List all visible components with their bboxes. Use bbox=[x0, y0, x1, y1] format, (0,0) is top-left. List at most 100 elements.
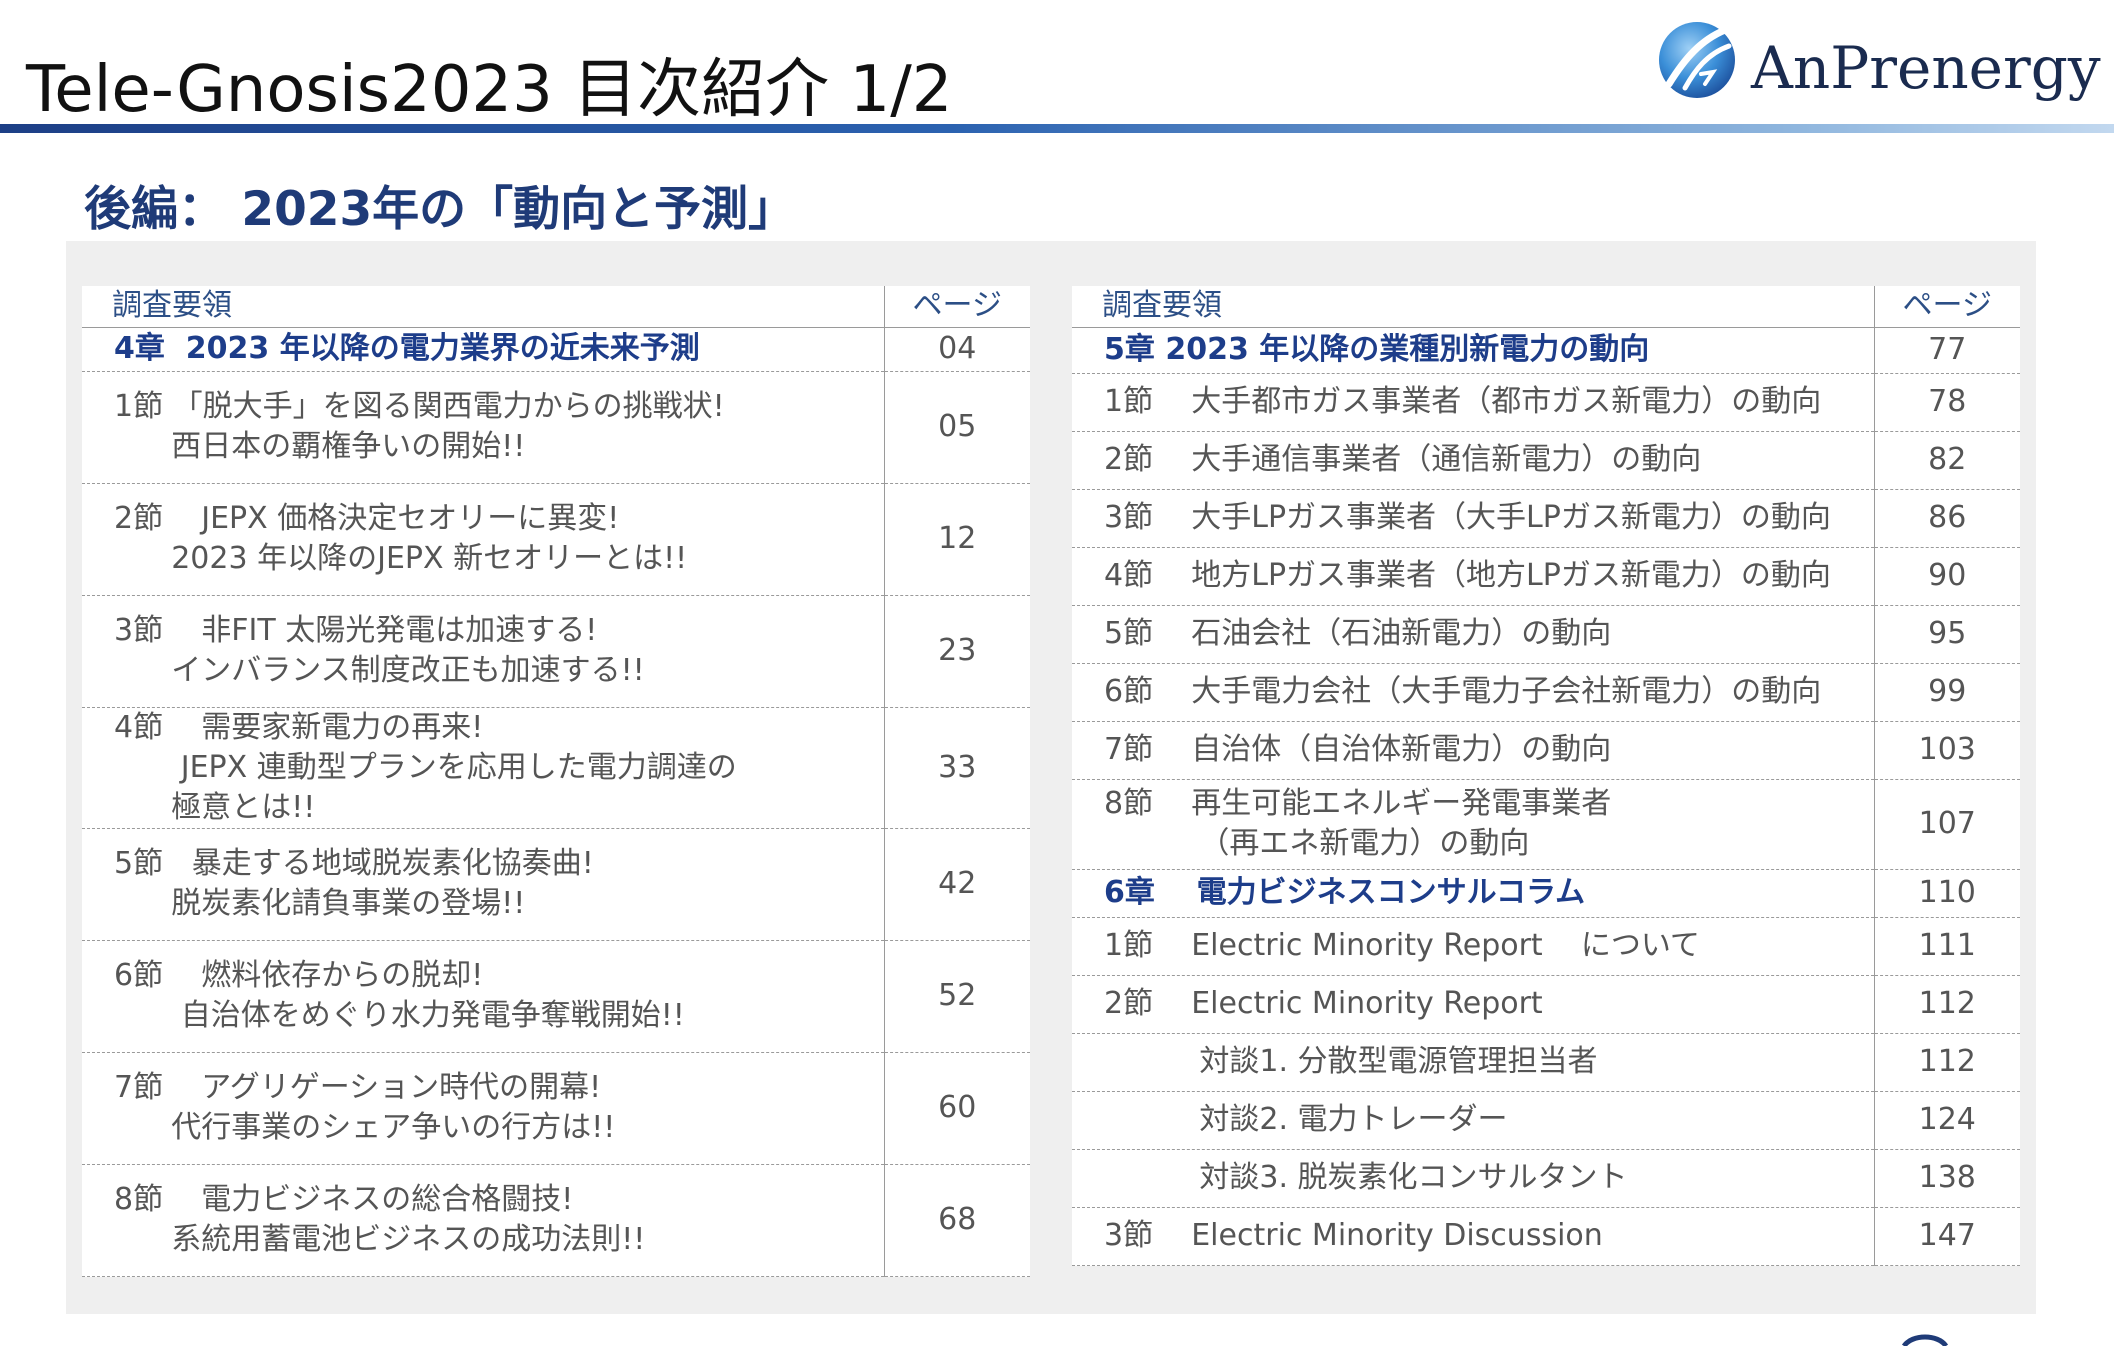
toc-entry-page: 110 bbox=[1873, 869, 2020, 918]
page-title: Tele-Gnosis2023 目次紹介 1/2 bbox=[26, 53, 953, 127]
toc-entry-page: 60 bbox=[883, 1052, 1030, 1165]
toc-entry-line: （再エネ新電力）の動向 bbox=[1104, 826, 1530, 861]
toc-entry-label: 6章 電力ビジネスコンサルコラム bbox=[1072, 869, 1874, 918]
toc-row: 6節 大手電力会社（大手電力子会社新電力）の動向 99 bbox=[1072, 663, 2020, 722]
toc-entry-label: 7節 自治体（自治体新電力）の動向 bbox=[1072, 721, 1874, 780]
toc-entry-line: 1節 Electric Minority Report について bbox=[1104, 928, 1700, 963]
toc-entry-line: 4章 2023 年以降の電力業界の近未来予測 bbox=[114, 331, 700, 366]
toc-row: 5節 暴走する地域脱炭素化協奏曲! 脱炭素化請負事業の登場!! 42 bbox=[82, 828, 1030, 941]
toc-entry-page: 68 bbox=[883, 1164, 1030, 1277]
toc-entry-page: 52 bbox=[883, 940, 1030, 1053]
toc-entry-label: 5節 石油会社（石油新電力）の動向 bbox=[1072, 605, 1874, 664]
toc-entry-page: 86 bbox=[1873, 489, 2020, 548]
toc-row: 8節 再生可能エネルギー発電事業者 （再エネ新電力）の動向 107 bbox=[1072, 779, 2020, 870]
toc-entry-label: 7節 アグリゲーション時代の開幕! 代行事業のシェア争いの行方は!! bbox=[82, 1052, 884, 1165]
title-rule bbox=[0, 124, 2114, 133]
toc-row: 8節 電力ビジネスの総合格闘技! 系統用蓄電池ビジネスの成功法則!! 68 bbox=[82, 1164, 1030, 1277]
toc-entry-label: 対談1. 分散型電源管理担当者 bbox=[1072, 1033, 1874, 1092]
toc-entry-line: 6節 大手電力会社（大手電力子会社新電力）の動向 bbox=[1104, 674, 1822, 709]
toc-entry-line: 3節 Electric Minority Discussion bbox=[1104, 1218, 1603, 1253]
toc-row: 対談1. 分散型電源管理担当者 112 bbox=[1072, 1033, 2020, 1092]
toc-entry-line: 2節 JEPX 価格決定セオリーに異変! bbox=[114, 501, 620, 536]
toc-row: 3節 非FIT 太陽光発電は加速する! インバランス制度改正も加速する!! 23 bbox=[82, 595, 1030, 708]
anprenergy-logo-icon bbox=[1659, 22, 1735, 98]
header-page: ページ bbox=[1873, 286, 2020, 328]
toc-entry-label: 8節 再生可能エネルギー発電事業者 （再エネ新電力）の動向 bbox=[1072, 779, 1874, 870]
toc-entry-page: 04 bbox=[883, 327, 1030, 372]
toc-entry-line: 2節 Electric Minority Report bbox=[1104, 986, 1543, 1021]
toc-row: 2節 Electric Minority Report 112 bbox=[1072, 975, 2020, 1034]
chapter-row: 6章 電力ビジネスコンサルコラム 110 bbox=[1072, 869, 2020, 918]
toc-entry-page: 112 bbox=[1873, 975, 2020, 1034]
toc-row: 7節 アグリゲーション時代の開幕! 代行事業のシェア争いの行方は!! 60 bbox=[82, 1052, 1030, 1165]
toc-entry-line: 西日本の覇権争いの開始!! bbox=[114, 429, 526, 464]
toc-row: 2節 大手通信事業者（通信新電力）の動向 82 bbox=[1072, 431, 2020, 490]
toc-entry-label: 3節 非FIT 太陽光発電は加速する! インバランス制度改正も加速する!! bbox=[82, 595, 884, 708]
toc-row: 5節 石油会社（石油新電力）の動向 95 bbox=[1072, 605, 2020, 664]
toc-entry-label: 対談2. 電力トレーダー bbox=[1072, 1091, 1874, 1150]
table-header: 調査要領 ページ bbox=[82, 286, 1030, 328]
toc-row: 4節 需要家新電力の再来! JEPX 連動型プランを応用した電力調達の 極意とは… bbox=[82, 707, 1030, 829]
toc-entry-page: 33 bbox=[883, 707, 1030, 829]
toc-row: 1節 Electric Minority Report について 111 bbox=[1072, 917, 2020, 976]
toc-row: 6節 燃料依存からの脱却! 自治体をめぐり水力発電争奪戦開始!! 52 bbox=[82, 940, 1030, 1053]
toc-entry-page: 05 bbox=[883, 371, 1030, 484]
toc-entry-line: 極意とは!! bbox=[114, 789, 316, 825]
corner-mark-icon bbox=[1902, 1334, 1948, 1346]
toc-table-left: 調査要領 ページ 4章 2023 年以降の電力業界の近未来予測 04 1節 「脱大手… bbox=[82, 286, 1030, 1277]
header-label: 調査要領 bbox=[82, 286, 884, 328]
chapter-row: 5章 2023 年以降の業種別新電力の動向 77 bbox=[1072, 327, 2020, 374]
toc-entry-label: 4章 2023 年以降の電力業界の近未来予測 bbox=[82, 327, 884, 372]
header-page: ページ bbox=[883, 286, 1030, 328]
toc-entry-line: 6章 電力ビジネスコンサルコラム bbox=[1104, 875, 1586, 910]
toc-entry-page: 42 bbox=[883, 828, 1030, 941]
toc-entry-line: 2023 年以降のJEPX 新セオリーとは!! bbox=[114, 541, 688, 576]
toc-row: 対談3. 脱炭素化コンサルタント 138 bbox=[1072, 1149, 2020, 1208]
toc-entry-page: 124 bbox=[1873, 1091, 2020, 1150]
header-label: 調査要領 bbox=[1072, 286, 1874, 328]
toc-row: 対談2. 電力トレーダー 124 bbox=[1072, 1091, 2020, 1150]
toc-entry-label: 2節 大手通信事業者（通信新電力）の動向 bbox=[1072, 431, 1874, 490]
toc-entry-line: 6節 燃料依存からの脱却! bbox=[114, 958, 484, 993]
toc-entry-page: 78 bbox=[1873, 373, 2020, 432]
toc-entry-label: 3節 大手LPガス事業者（大手LPガス新電力）の動向 bbox=[1072, 489, 1874, 548]
toc-entry-line: 5節 石油会社（石油新電力）の動向 bbox=[1104, 616, 1612, 651]
toc-entry-line: JEPX 連動型プランを応用した電力調達の bbox=[114, 749, 737, 785]
toc-entry-label: 8節 電力ビジネスの総合格闘技! 系統用蓄電池ビジネスの成功法則!! bbox=[82, 1164, 884, 1277]
section-subtitle: 後編： 2023年の「動向と予測」 bbox=[84, 182, 796, 237]
table-header: 調査要領 ページ bbox=[1072, 286, 2020, 328]
toc-entry-page: 12 bbox=[883, 483, 1030, 596]
toc-entry-line: 5章 2023 年以降の業種別新電力の動向 bbox=[1104, 332, 1650, 367]
toc-row: 3節 Electric Minority Discussion 147 bbox=[1072, 1207, 2020, 1266]
toc-entry-label: 対談3. 脱炭素化コンサルタント bbox=[1072, 1149, 1874, 1208]
toc-entry-page: 147 bbox=[1873, 1207, 2020, 1266]
toc-row: 1節 「脱大手」を図る関西電力からの挑戦状! 西日本の覇権争いの開始!! 05 bbox=[82, 371, 1030, 484]
toc-row: 3節 大手LPガス事業者（大手LPガス新電力）の動向 86 bbox=[1072, 489, 2020, 548]
toc-row: 2節 JEPX 価格決定セオリーに異変! 2023 年以降のJEPX 新セオリー… bbox=[82, 483, 1030, 596]
toc-entry-line: 系統用蓄電池ビジネスの成功法則!! bbox=[114, 1222, 646, 1257]
toc-entry-label: 1節 大手都市ガス事業者（都市ガス新電力）の動向 bbox=[1072, 373, 1874, 432]
toc-entry-label: 6節 燃料依存からの脱却! 自治体をめぐり水力発電争奪戦開始!! bbox=[82, 940, 884, 1053]
toc-entry-line: 5節 暴走する地域脱炭素化協奏曲! bbox=[114, 846, 594, 881]
toc-entry-page: 107 bbox=[1873, 779, 2020, 870]
toc-entry-line: 3節 大手LPガス事業者（大手LPガス新電力）の動向 bbox=[1104, 500, 1831, 535]
toc-entry-line: 7節 アグリゲーション時代の開幕! bbox=[114, 1070, 602, 1105]
toc-entry-label: 2節 Electric Minority Report bbox=[1072, 975, 1874, 1034]
toc-entry-line: 代行事業のシェア争いの行方は!! bbox=[114, 1110, 616, 1145]
toc-entry-label: 2節 JEPX 価格決定セオリーに異変! 2023 年以降のJEPX 新セオリー… bbox=[82, 483, 884, 596]
toc-entry-line: 脱炭素化請負事業の登場!! bbox=[114, 886, 526, 921]
toc-table-right: 調査要領 ページ 5章 2023 年以降の業種別新電力の動向 77 1節 大手都市ガ… bbox=[1072, 286, 2020, 1266]
toc-row: 7節 自治体（自治体新電力）の動向 103 bbox=[1072, 721, 2020, 780]
toc-entry-page: 112 bbox=[1873, 1033, 2020, 1092]
toc-entry-line: 2節 大手通信事業者（通信新電力）の動向 bbox=[1104, 442, 1702, 477]
toc-entry-label: 6節 大手電力会社（大手電力子会社新電力）の動向 bbox=[1072, 663, 1874, 722]
toc-entry-line: 4節 地方LPガス事業者（地方LPガス新電力）の動向 bbox=[1104, 558, 1831, 593]
toc-entry-label: 5節 暴走する地域脱炭素化協奏曲! 脱炭素化請負事業の登場!! bbox=[82, 828, 884, 941]
toc-entry-page: 103 bbox=[1873, 721, 2020, 780]
toc-entry-label: 3節 Electric Minority Discussion bbox=[1072, 1207, 1874, 1266]
logo-text: AnPrenergy bbox=[1751, 34, 2101, 102]
toc-entry-line: 8節 電力ビジネスの総合格闘技! bbox=[114, 1182, 574, 1217]
toc-entry-page: 82 bbox=[1873, 431, 2020, 490]
toc-entry-page: 111 bbox=[1873, 917, 2020, 976]
toc-entry-line: 対談2. 電力トレーダー bbox=[1104, 1102, 1508, 1137]
